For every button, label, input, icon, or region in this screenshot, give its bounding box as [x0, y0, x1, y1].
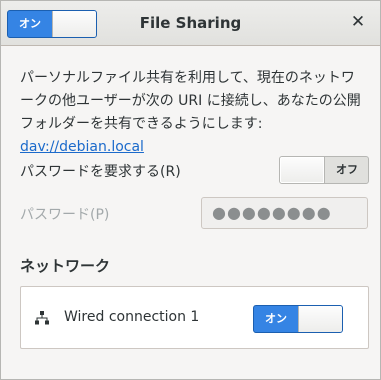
file-sharing-dialog: オン File Sharing ✕ パーソナルファイル共有を利用して、現在のネッ…	[0, 0, 381, 380]
password-field[interactable]: ●●●●●●●●	[201, 197, 368, 229]
require-password-knob	[280, 157, 325, 183]
connection-name: Wired connection 1	[64, 309, 200, 325]
sharing-description: パーソナルファイル共有を利用して、現在のネットワークの他ユーザーが次の URI …	[20, 67, 368, 159]
connection-switch-label: オン	[265, 312, 287, 325]
network-list: Wired connection 1 オン	[20, 286, 369, 349]
window-title: File Sharing	[139, 14, 242, 32]
password-label: パスワード(P)	[20, 207, 110, 223]
header-bar: オン File Sharing ✕	[1, 1, 380, 46]
description-text: パーソナルファイル共有を利用して、現在のネットワークの他ユーザーが次の URI …	[20, 70, 361, 132]
close-button[interactable]: ✕	[348, 12, 368, 32]
require-password-label: パスワードを要求する(R)	[20, 164, 181, 180]
require-password-switch-label: オフ	[336, 163, 358, 176]
require-password-switch[interactable]: オフ	[279, 156, 369, 184]
connection-switch-knob	[298, 306, 342, 332]
network-section-title: ネットワーク	[20, 257, 111, 275]
close-icon: ✕	[350, 12, 366, 32]
wired-network-icon	[35, 311, 49, 325]
connection-sharing-switch[interactable]: オン	[253, 305, 343, 333]
